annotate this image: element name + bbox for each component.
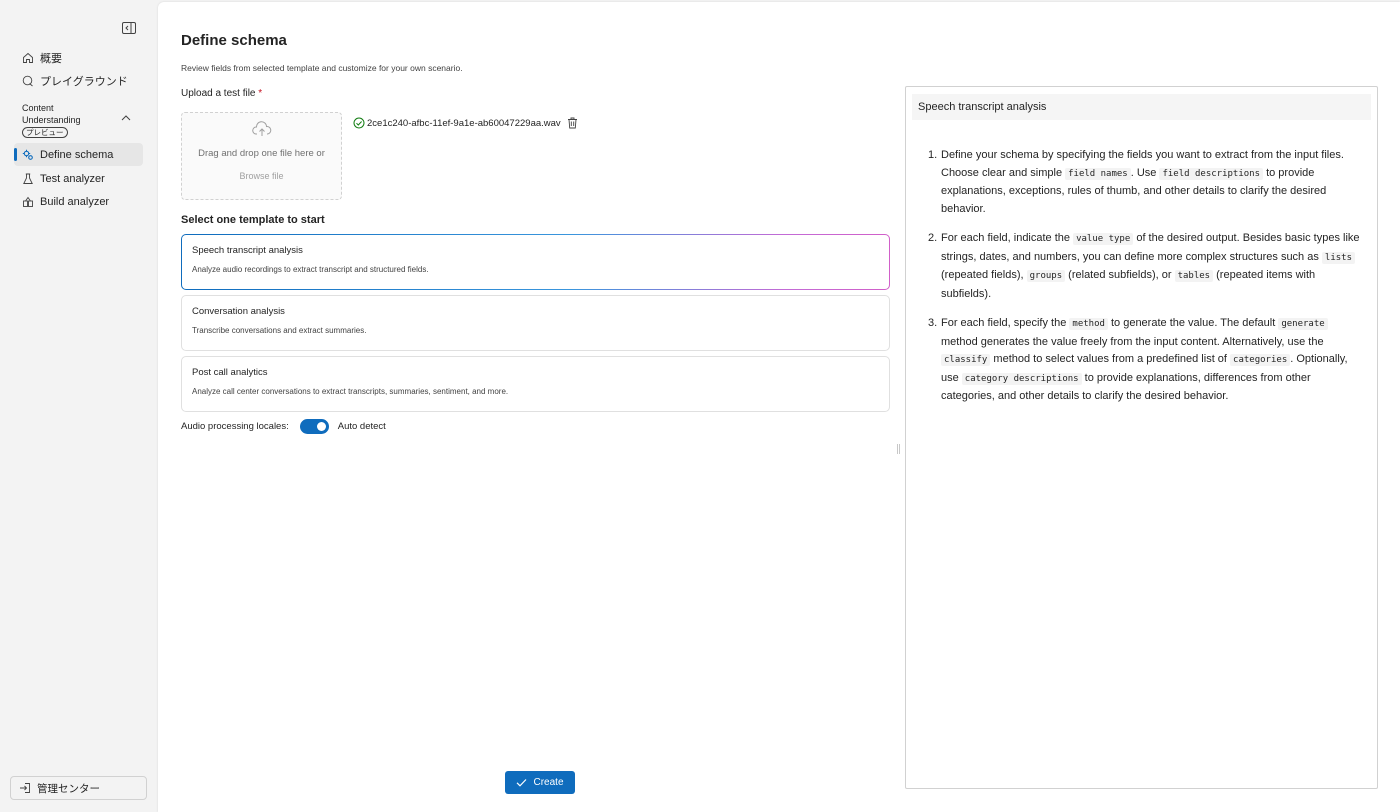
build-icon xyxy=(22,196,34,208)
sidebar-item-label: 概要 xyxy=(40,52,62,65)
create-label: Create xyxy=(533,777,564,788)
inline-code: category descriptions xyxy=(961,372,1082,385)
auto-detect-label: Auto detect xyxy=(337,421,386,432)
file-name: 2ce1c240-afbc-11ef-9a1e-ab60047229aa.wav xyxy=(367,117,561,129)
sidebar-section-content-understanding[interactable]: Content Understanding プレビュー xyxy=(22,103,102,139)
inline-code: value type xyxy=(1073,233,1134,245)
guide-step: 3. For each field, specify the method to … xyxy=(928,315,1366,406)
sidebar-item-label: Build analyzer xyxy=(40,195,110,208)
page-description: Review fields from selected template and… xyxy=(181,63,463,73)
sidebar: 概要 プレイグラウンド Content Understanding プレビュー … xyxy=(0,0,157,812)
chevron-up-icon[interactable] xyxy=(120,113,132,123)
gear-icon xyxy=(22,149,34,161)
step-text: to generate the value. The default xyxy=(1107,317,1279,329)
inline-code: lists xyxy=(1321,251,1356,264)
template-description: Analyze audio recordings to extract tran… xyxy=(192,265,429,274)
home-icon xyxy=(22,52,34,64)
sidebar-item-build-analyzer[interactable]: Build analyzer xyxy=(14,190,143,213)
template-card-conversation[interactable]: Conversation analysis Transcribe convers… xyxy=(181,295,890,351)
collapse-sidebar-icon[interactable] xyxy=(122,22,136,34)
section-title: Content Understanding xyxy=(22,103,81,125)
inline-code: tables xyxy=(1174,270,1214,282)
admin-center-label: 管理センター xyxy=(37,782,100,795)
locales-label: Audio processing locales: xyxy=(181,421,289,432)
step-text: method generates the value freely from t… xyxy=(941,335,1324,348)
uploaded-file: 2ce1c240-afbc-11ef-9a1e-ab60047229aa.wav xyxy=(353,117,578,129)
guide-title: Speech transcript analysis xyxy=(912,94,1371,120)
template-title: Post call analytics xyxy=(192,367,268,378)
template-card-speech-transcript[interactable]: Speech transcript analysis Analyze audio… xyxy=(181,234,890,290)
playground-icon xyxy=(22,75,34,87)
step-text: For each field, indicate the xyxy=(941,232,1074,244)
sign-in-icon xyxy=(19,782,31,794)
delete-file-icon[interactable] xyxy=(567,117,578,129)
sidebar-item-label: プレイグラウンド xyxy=(40,75,128,88)
step-text: (related subfields), or xyxy=(1065,269,1175,281)
sidebar-item-playground[interactable]: プレイグラウンド xyxy=(14,69,143,92)
template-description: Transcribe conversations and extract sum… xyxy=(192,326,367,335)
main-panel: Define schema Review fields from selecte… xyxy=(158,2,1400,812)
templates-heading: Select one template to start xyxy=(181,214,325,226)
inline-code: classify xyxy=(941,354,991,366)
step-text: . Use xyxy=(1130,166,1160,179)
guide-step: 2. For each field, indicate the value typ… xyxy=(928,230,1366,303)
upload-label-text: Upload a test file xyxy=(181,88,256,99)
step-number: 1. xyxy=(928,149,938,161)
admin-center-button[interactable]: 管理センター xyxy=(10,776,147,800)
inline-code: generate xyxy=(1278,318,1328,330)
template-description: Analyze call center conversations to ext… xyxy=(192,387,509,396)
page-title: Define schema xyxy=(181,32,287,49)
checkmark-icon xyxy=(516,777,527,788)
template-card-post-call[interactable]: Post call analytics Analyze call center … xyxy=(181,356,890,412)
cloud-upload-icon xyxy=(252,121,272,137)
toggle-knob xyxy=(316,422,326,431)
inline-code: groups xyxy=(1026,270,1066,282)
guide-steps: 1. Define your schema by specifying the f… xyxy=(928,147,1366,418)
sidebar-item-overview[interactable]: 概要 xyxy=(14,46,143,69)
required-marker: * xyxy=(258,88,263,99)
flask-icon xyxy=(22,173,34,185)
sidebar-item-test-analyzer[interactable]: Test analyzer xyxy=(14,167,143,190)
inline-code: categories xyxy=(1230,354,1291,366)
inline-code: field descriptions xyxy=(1159,167,1264,180)
template-title: Speech transcript analysis xyxy=(192,245,303,256)
step-text: (repeated fields), xyxy=(941,269,1027,281)
inline-code: method xyxy=(1069,318,1108,330)
file-dropzone[interactable]: Drag and drop one file here or Browse fi… xyxy=(181,112,342,200)
upload-label: Upload a test file * xyxy=(181,88,262,99)
inline-code: field names xyxy=(1065,167,1131,180)
step-text: For each field, specify the xyxy=(941,317,1070,329)
audio-locales-row: Audio processing locales: Auto detect xyxy=(181,419,386,434)
auto-detect-toggle[interactable] xyxy=(299,419,329,434)
preview-badge: プレビュー xyxy=(22,127,68,138)
step-number: 2. xyxy=(928,232,938,244)
sidebar-item-define-schema[interactable]: Define schema xyxy=(14,143,143,166)
browse-file-link[interactable]: Browse file xyxy=(182,171,341,181)
create-button[interactable]: Create xyxy=(505,771,575,794)
template-title: Conversation analysis xyxy=(192,306,285,317)
check-circle-icon xyxy=(353,117,365,129)
guide-step: 1. Define your schema by specifying the f… xyxy=(928,147,1366,218)
sidebar-item-label: Test analyzer xyxy=(40,172,105,185)
dropzone-text: Drag and drop one file here or xyxy=(198,148,325,159)
panel-splitter-handle[interactable] xyxy=(897,444,900,454)
sidebar-item-label: Define schema xyxy=(40,148,114,161)
step-text: method to select values from a predefine… xyxy=(990,353,1231,365)
guide-panel: Speech transcript analysis 1. Define your… xyxy=(905,86,1378,789)
step-number: 3. xyxy=(928,317,938,329)
